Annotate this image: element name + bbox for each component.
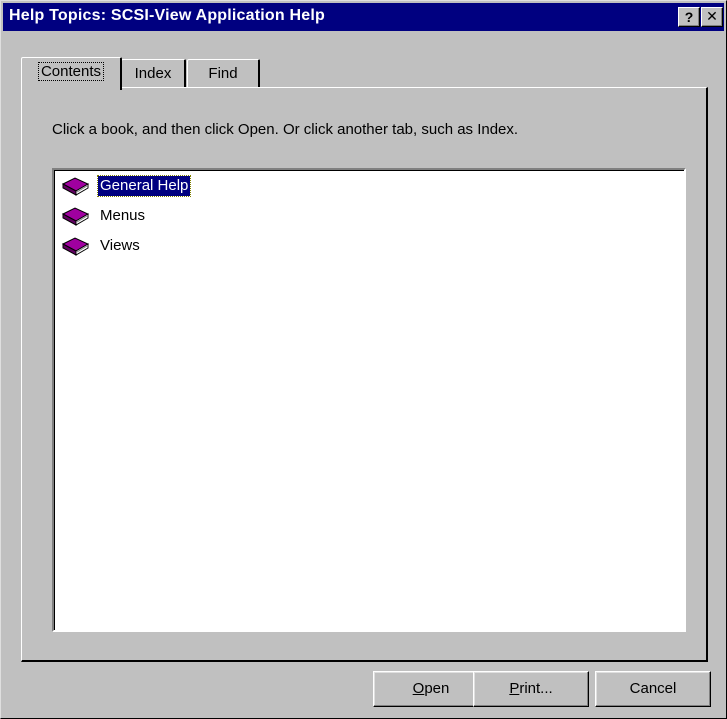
close-icon: ✕ <box>706 9 718 25</box>
window-title: Help Topics: SCSI-View Application Help <box>9 7 325 24</box>
tab-find[interactable]: Find <box>187 59 260 90</box>
tab-find-label: Find <box>208 65 238 82</box>
tab-contents[interactable]: Contents <box>21 57 122 90</box>
contents-tree[interactable]: General Help Menus Views <box>52 168 686 632</box>
tab-index-label: Index <box>134 65 172 82</box>
instructions-text: Click a book, and then click Open. Or cl… <box>52 121 519 138</box>
open-mnemonic: O <box>412 680 425 697</box>
book-icon <box>61 237 90 256</box>
question-mark-icon: ? <box>684 9 694 25</box>
book-icon <box>61 177 90 196</box>
book-icon <box>61 207 90 226</box>
help-topics-window: Help Topics: SCSI-View Application Help … <box>0 0 727 719</box>
help-button[interactable]: ? <box>678 7 700 27</box>
print-button[interactable]: Print... <box>473 671 589 707</box>
print-mnemonic: P <box>509 680 520 697</box>
tree-item-label: Views <box>100 237 140 254</box>
title-bar[interactable]: Help Topics: SCSI-View Application Help … <box>3 3 724 31</box>
tab-contents-label: Contents <box>37 62 105 81</box>
tree-item-label: Menus <box>100 207 146 224</box>
contents-panel: Click a book, and then click Open. Or cl… <box>21 87 708 662</box>
open-button[interactable]: Open <box>373 671 489 707</box>
tree-item-label: General Help <box>96 175 192 197</box>
tab-index[interactable]: Index <box>121 59 186 90</box>
cancel-button[interactable]: Cancel <box>595 671 711 707</box>
close-button[interactable]: ✕ <box>701 7 723 27</box>
print-label-rest: rint... <box>519 680 553 697</box>
open-label-rest: pen <box>424 680 450 697</box>
